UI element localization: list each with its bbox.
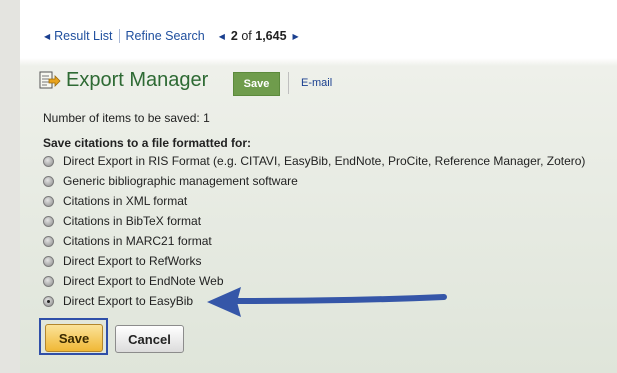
format-option-label: Direct Export to EndNote Web bbox=[63, 274, 224, 288]
result-navigation: ◀ Result List Refine Search ◀ 2 of 1,645… bbox=[44, 29, 299, 43]
save-button[interactable]: Save bbox=[45, 324, 103, 352]
radio-button[interactable] bbox=[43, 155, 54, 167]
triangle-right-icon[interactable]: ▶ bbox=[293, 32, 299, 41]
format-option-easybib[interactable]: Direct Export to EasyBib bbox=[43, 294, 193, 308]
email-link[interactable]: E-mail bbox=[301, 77, 332, 89]
radio-button[interactable] bbox=[43, 255, 54, 267]
of-text: of bbox=[241, 29, 252, 43]
format-option-generic[interactable]: Generic bibliographic management softwar… bbox=[43, 174, 298, 188]
current-index: 2 bbox=[230, 29, 238, 43]
left-gutter bbox=[0, 0, 20, 373]
total-count: 1,645 bbox=[255, 29, 287, 43]
export-document-icon bbox=[39, 71, 61, 91]
format-option-label: Direct Export to EasyBib bbox=[63, 294, 194, 308]
format-option-xml[interactable]: Citations in XML format bbox=[43, 194, 187, 208]
result-position: 2 of 1,645 bbox=[231, 29, 287, 43]
page-title: Export Manager bbox=[66, 69, 209, 91]
format-option-label: Citations in BibTeX format bbox=[63, 214, 202, 228]
radio-button[interactable] bbox=[43, 235, 54, 247]
radio-button[interactable] bbox=[43, 275, 54, 287]
items-count: Number of items to be saved: 1 bbox=[43, 111, 210, 125]
radio-button-selected[interactable] bbox=[43, 295, 54, 307]
triangle-left-icon[interactable]: ◀ bbox=[219, 32, 225, 41]
format-option-bibtex[interactable]: Citations in BibTeX format bbox=[43, 214, 201, 228]
format-option-label: Citations in XML format bbox=[63, 194, 188, 208]
format-option-refworks[interactable]: Direct Export to RefWorks bbox=[43, 254, 201, 268]
header-save-button[interactable]: Save bbox=[233, 72, 280, 96]
format-option-label: Direct Export to RefWorks bbox=[63, 254, 202, 268]
radio-button[interactable] bbox=[43, 195, 54, 207]
format-option-label: Citations in MARC21 format bbox=[63, 234, 212, 248]
format-option-label: Direct Export in RIS Format (e.g. CITAVI… bbox=[63, 154, 586, 168]
radio-button[interactable] bbox=[43, 215, 54, 227]
header-divider bbox=[288, 72, 289, 94]
title-row: Export Manager bbox=[39, 69, 208, 92]
radio-button[interactable] bbox=[43, 175, 54, 187]
result-list-link[interactable]: Result List bbox=[54, 29, 112, 43]
nav-divider bbox=[118, 29, 120, 43]
format-option-label: Generic bibliographic management softwar… bbox=[63, 174, 298, 188]
triangle-left-icon[interactable]: ◀ bbox=[44, 32, 50, 41]
format-option-ris[interactable]: Direct Export in RIS Format (e.g. CITAVI… bbox=[43, 154, 585, 168]
refine-search-link[interactable]: Refine Search bbox=[126, 29, 205, 43]
cancel-button[interactable]: Cancel bbox=[115, 325, 184, 353]
format-option-endnote-web[interactable]: Direct Export to EndNote Web bbox=[43, 274, 224, 288]
format-section-heading: Save citations to a file formatted for: bbox=[43, 136, 252, 150]
annotation-arrow-icon bbox=[207, 287, 447, 317]
format-option-marc21[interactable]: Citations in MARC21 format bbox=[43, 234, 212, 248]
